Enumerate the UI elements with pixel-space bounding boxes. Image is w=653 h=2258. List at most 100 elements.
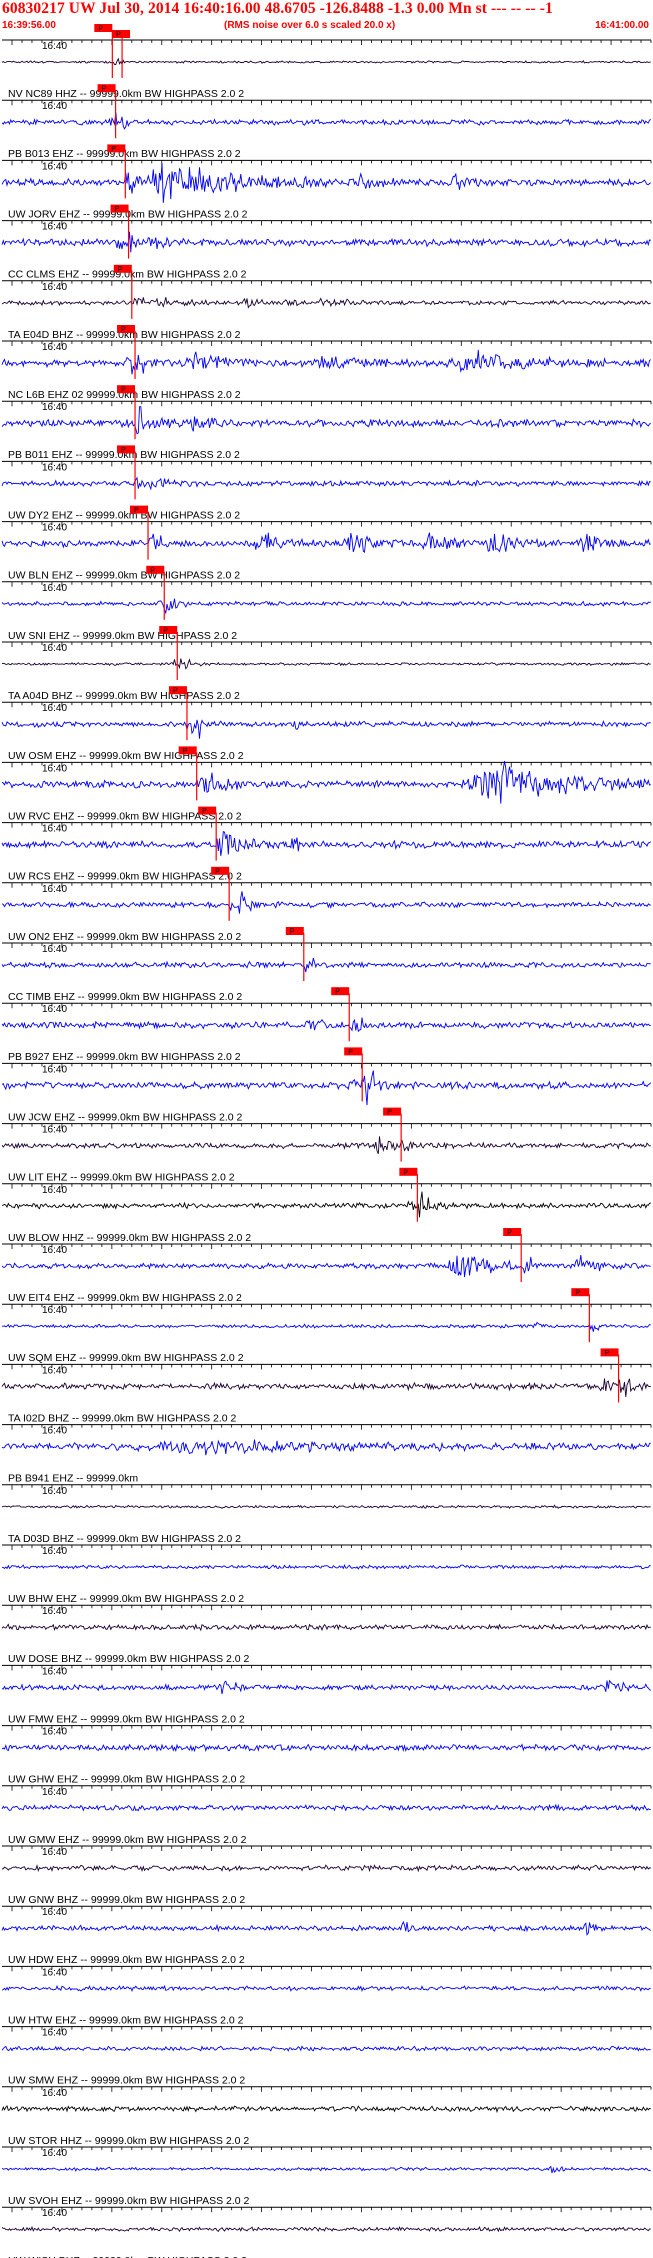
- pick-label: P: [163, 628, 168, 635]
- pick-box: [130, 505, 149, 514]
- waveform: [1, 1623, 651, 1632]
- station-label: UW BLN EHZ -- 99999.0km BW HIGHPASS 2.0 …: [8, 570, 240, 582]
- station-label: UW OSM EHZ -- 99999.0km BW HIGHPASS 2.0 …: [8, 750, 244, 762]
- pick-box: [159, 626, 178, 634]
- station-label: PB B927 EHZ -- 99999.0km BW HIGHPASS 2.0…: [8, 1051, 241, 1063]
- time-tick-label: 16:40: [42, 2208, 67, 2219]
- station-label: UW RCS EHZ -- 99999.0km BW HIGHPASS 2.0 …: [8, 871, 242, 883]
- pick-label: P: [215, 868, 220, 875]
- time-tick-label: 16:40: [42, 101, 67, 112]
- waveform: [1, 658, 651, 670]
- time-tick-label: 16:40: [42, 1606, 67, 1617]
- pick-box: [600, 1348, 619, 1357]
- trace-23: 16:40 PB B941 EHZ -- 99999.0km: [1, 1424, 652, 1485]
- waveform: [1, 830, 652, 856]
- waveform: [1, 1017, 651, 1033]
- pick-box: [97, 84, 116, 93]
- pick-label: P: [348, 1049, 353, 1056]
- pick-label: P: [387, 1109, 392, 1116]
- time-tick-label: 16:40: [42, 1847, 67, 1858]
- pick-label: P: [335, 989, 340, 996]
- waveform: [1, 1378, 651, 1397]
- pick-box: [94, 24, 113, 32]
- seismogram-plot: 16:40PPNV NC89 HHZ -- 99999.0km BW HIGHP…: [1, 24, 652, 2258]
- waveform: [1, 719, 651, 739]
- time-tick-label: 16:40: [42, 41, 67, 52]
- pick-label: P: [507, 1230, 512, 1237]
- time-tick-label: 16:40: [42, 1004, 67, 1015]
- pick-label: P: [134, 507, 139, 514]
- waveform: [1, 1679, 652, 1695]
- time-tick-label: 16:40: [42, 282, 67, 293]
- waveform: [1, 1439, 651, 1456]
- station-label: UW SVOH EHZ -- 99999.0km BW HIGHPASS 2.0…: [8, 2195, 250, 2207]
- time-tick-label: 16:40: [42, 1907, 67, 1918]
- time-tick-label: 16:40: [42, 1125, 67, 1136]
- pick-box: [113, 264, 132, 273]
- trace-35: 16:40 UW SVOH EHZ -- 99999.0km BW HIGHPAS…: [1, 2146, 652, 2207]
- waveform: [1, 532, 651, 553]
- station-label: UW GMW EHZ -- 99999.0km BW HIGHPASS 2.0 …: [8, 1834, 247, 1846]
- time-tick-label: 16:40: [42, 643, 67, 654]
- time-tick-label: 16:40: [42, 824, 67, 835]
- waveform: [1, 57, 651, 66]
- pick-box: [117, 325, 136, 333]
- time-tick-label: 16:40: [42, 1064, 67, 1075]
- waveform: [1, 2045, 651, 2052]
- pick-box: [198, 806, 217, 815]
- pick-label: P: [116, 32, 121, 39]
- trace-34: 16:40 UW STOR HHZ -- 99999.0km BW HIGHPAS…: [1, 2086, 652, 2147]
- time-tick-label: 16:40: [42, 763, 67, 774]
- station-label: UW ON2 EHZ -- 99999.0km BW HIGHPASS 2.0 …: [8, 931, 241, 943]
- time-tick-label: 16:40: [42, 1426, 67, 1437]
- waveform: [1, 231, 651, 253]
- station-label: UW JCW EHZ -- 99999.0km BW HIGHPASS 2.0 …: [8, 1111, 243, 1123]
- station-label: PB B941 EHZ -- 99999.0km: [8, 1473, 138, 1485]
- time-tick-label: 16:40: [42, 1245, 67, 1256]
- waveform: [1, 1136, 651, 1154]
- trace-27: 16:40 UW FMW EHZ -- 99999.0km BW HIGHPASS…: [1, 1664, 652, 1725]
- station-label: UW DOSE BHZ -- 99999.0km BW HIGHPASS 2.0…: [8, 1653, 250, 1665]
- pick-label: P: [150, 567, 155, 574]
- time-tick-label: 16:40: [42, 1365, 67, 1376]
- station-label: UW SQM EHZ -- 99999.0km BW HIGHPASS 2.0 …: [8, 1352, 244, 1364]
- time-tick-label: 16:40: [42, 1967, 67, 1978]
- pick-label: P: [111, 146, 116, 153]
- station-label: UW GHW EHZ -- 99999.0km BW HIGHPASS 2.0 …: [8, 1774, 245, 1786]
- time-tick-label: 16:40: [42, 523, 67, 534]
- time-tick-label: 16:40: [42, 1185, 67, 1196]
- waveform: [1, 1864, 651, 1873]
- pick-box: [110, 204, 129, 213]
- waveform: [1, 1191, 651, 1218]
- pick-label: P: [403, 1169, 408, 1176]
- waveform: [1, 957, 651, 973]
- pick-label: P: [202, 808, 207, 815]
- waveform: [1, 1564, 651, 1570]
- pick-box: [571, 1288, 590, 1297]
- station-label: UW HTW EHZ -- 99999.0km BW HIGHPASS 2.0 …: [8, 2014, 244, 2026]
- station-label: UW SMW EHZ -- 99999.0km BW HIGHPASS 2.0 …: [8, 2075, 245, 2087]
- pick-box: [211, 866, 230, 875]
- time-tick-label: 16:40: [42, 161, 67, 172]
- waveform: [1, 112, 651, 130]
- time-tick-label: 16:40: [42, 2148, 67, 2159]
- station-label: UW BLOW HHZ -- 99999.0km BW HIGHPASS 2.0…: [8, 1232, 251, 1244]
- waveform: [1, 406, 651, 435]
- pick-label: P: [98, 26, 103, 33]
- trace-31: 16:40 UW HDW EHZ -- 99999.0km BW HIGHPASS…: [1, 1905, 652, 1966]
- waveform: [1, 761, 651, 804]
- pick-box: [285, 927, 304, 935]
- waveform: [1, 1984, 651, 1993]
- trace-36: 16:40UW WISH BHZ -- 99999.0km BW HIGHPAS…: [1, 2206, 652, 2258]
- trace-28: 16:40 UW GHW EHZ -- 99999.0km BW HIGHPASS…: [1, 1725, 652, 1786]
- waveform: [1, 162, 652, 203]
- station-label: UW EIT4 EHZ -- 99999.0km BW HIGHPASS 2.0…: [8, 1292, 242, 1304]
- pick-box: [107, 144, 126, 153]
- time-tick-label: 16:40: [42, 222, 67, 233]
- waveform: [1, 1803, 651, 1812]
- trace-26: 16:40 UW DOSE BHZ -- 99999.0km BW HIGHPAS…: [1, 1604, 652, 1665]
- waveform: [1, 297, 651, 309]
- time-tick-label: 16:40: [42, 884, 67, 895]
- time-tick-label: 16:40: [42, 2088, 67, 2099]
- pick-box: [117, 385, 136, 394]
